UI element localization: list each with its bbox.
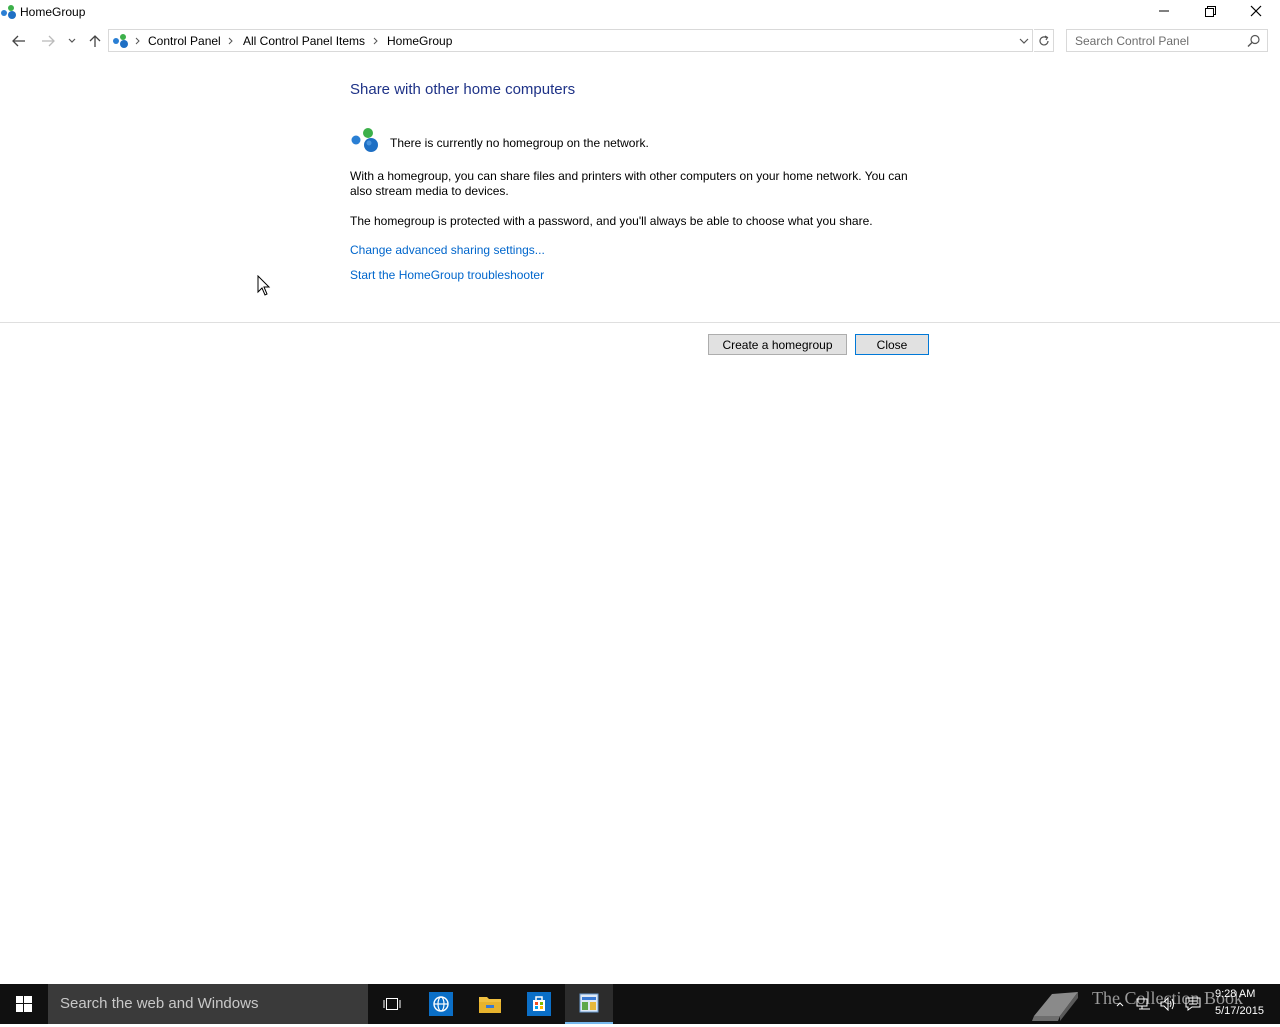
windows-logo-icon bbox=[16, 996, 32, 1012]
address-bar[interactable]: Control Panel All Control Panel Items Ho… bbox=[108, 29, 1033, 52]
recent-locations-chevron-icon[interactable] bbox=[62, 31, 82, 51]
page-title: Share with other home computers bbox=[350, 81, 576, 98]
forward-arrow-icon[interactable] bbox=[38, 31, 58, 51]
divider bbox=[0, 322, 1280, 323]
minimize-button[interactable] bbox=[1141, 0, 1187, 22]
homegroup-status: There is currently no homegroup on the n… bbox=[390, 136, 649, 150]
main-content: Share with other home computers There is… bbox=[0, 56, 1280, 984]
homegroup-icon bbox=[0, 4, 18, 20]
action-center-icon[interactable] bbox=[1184, 995, 1202, 1013]
search-input[interactable]: Search Control Panel bbox=[1066, 29, 1268, 52]
breadcrumb-chevron-icon[interactable] bbox=[134, 35, 142, 47]
password-note: The homegroup is protected with a passwo… bbox=[350, 214, 873, 228]
back-arrow-icon[interactable] bbox=[9, 31, 29, 51]
clock-date[interactable]: 5/17/2015 bbox=[1215, 1005, 1264, 1017]
clock-time[interactable]: 9:28 AM bbox=[1215, 988, 1255, 1000]
taskbar-search-placeholder: Search the web and Windows bbox=[60, 995, 259, 1012]
chevron-down-icon[interactable] bbox=[1016, 34, 1032, 48]
search-placeholder: Search Control Panel bbox=[1075, 34, 1190, 48]
start-button[interactable] bbox=[0, 984, 48, 1024]
taskbar-search-box[interactable]: Search the web and Windows bbox=[48, 984, 368, 1024]
taskbar: Search the web and Windows The Collectio… bbox=[0, 984, 1280, 1024]
refresh-icon[interactable] bbox=[1034, 29, 1054, 52]
title-bar: HomeGroup bbox=[0, 0, 1280, 26]
control-panel-taskbar-icon[interactable] bbox=[565, 984, 613, 1024]
troubleshooter-link[interactable]: Start the HomeGroup troubleshooter bbox=[350, 268, 544, 282]
create-homegroup-button[interactable]: Create a homegroup bbox=[708, 334, 847, 355]
book-logo-icon bbox=[1030, 986, 1082, 1027]
store-icon[interactable] bbox=[515, 984, 563, 1024]
navigation-bar: Control Panel All Control Panel Items Ho… bbox=[0, 28, 1280, 54]
homegroup-description: With a homegroup, you can share files an… bbox=[350, 169, 908, 198]
breadcrumb-all-items[interactable]: All Control Panel Items bbox=[243, 34, 365, 48]
homegroup-icon bbox=[350, 127, 382, 155]
up-arrow-icon[interactable] bbox=[85, 31, 105, 51]
homegroup-icon bbox=[112, 33, 132, 49]
task-view-icon[interactable] bbox=[368, 984, 416, 1024]
network-icon[interactable] bbox=[1135, 995, 1153, 1013]
search-icon[interactable] bbox=[1247, 34, 1261, 48]
breadcrumb-chevron-icon[interactable] bbox=[372, 35, 380, 47]
file-explorer-icon[interactable] bbox=[466, 984, 514, 1024]
chevron-up-icon[interactable] bbox=[1111, 995, 1129, 1013]
volume-icon[interactable] bbox=[1159, 995, 1177, 1013]
mouse-cursor-icon bbox=[257, 274, 271, 297]
window-title: HomeGroup bbox=[20, 5, 86, 19]
close-button[interactable]: Close bbox=[855, 334, 929, 355]
advanced-sharing-link[interactable]: Change advanced sharing settings... bbox=[350, 243, 545, 257]
breadcrumb-control-panel[interactable]: Control Panel bbox=[148, 34, 221, 48]
browser-icon[interactable] bbox=[417, 984, 465, 1024]
breadcrumb-chevron-icon[interactable] bbox=[227, 35, 235, 47]
breadcrumb-homegroup[interactable]: HomeGroup bbox=[387, 34, 452, 48]
restore-button[interactable] bbox=[1187, 0, 1233, 22]
close-window-button[interactable] bbox=[1233, 0, 1279, 22]
